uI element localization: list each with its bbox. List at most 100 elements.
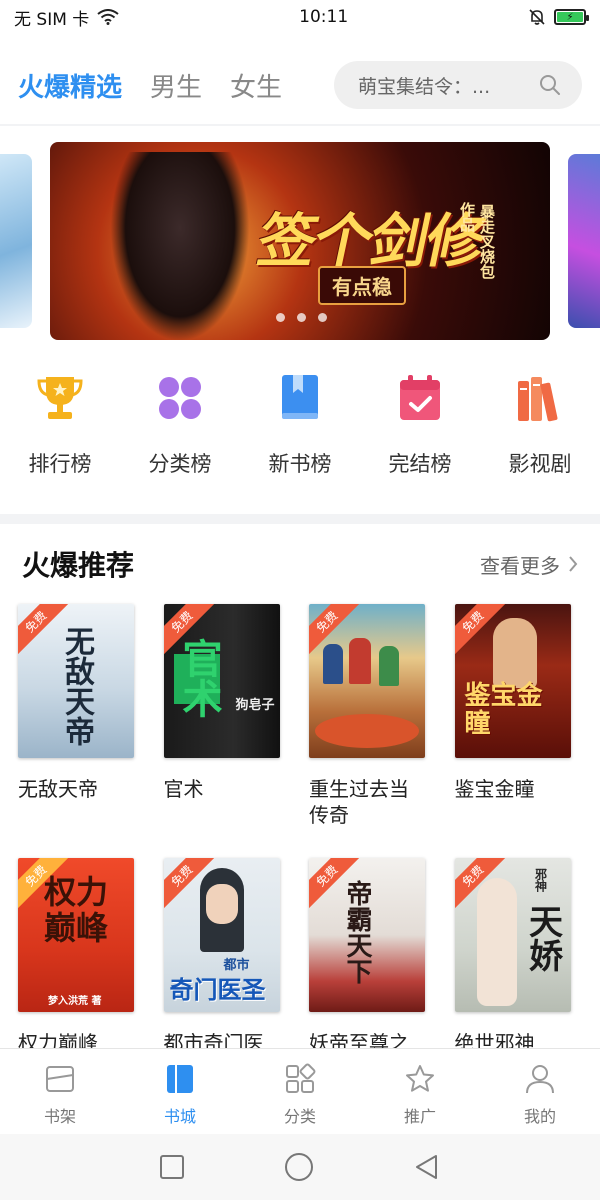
book-card[interactable]: 免费 都市 奇门医圣 都市奇门医: [163, 858, 310, 1056]
quick-nav-new-books[interactable]: 新书榜: [240, 372, 360, 490]
quick-nav-label: 分类榜: [148, 452, 212, 476]
section-title: 火爆推荐: [22, 549, 135, 582]
bottom-tab-label: 推广: [403, 1107, 436, 1126]
carousel-dots: [276, 313, 327, 322]
book-title: 无敌天帝: [18, 777, 98, 801]
cover-title: 帝霸天下: [342, 880, 372, 984]
cover-title: 奇门医圣: [169, 975, 266, 1004]
book-card[interactable]: 免费 权力巅峰 梦入洪荒 著 权力巅峰: [18, 858, 164, 1056]
calendar-check-icon: [396, 372, 444, 424]
book-icon: [276, 372, 324, 424]
carousel-dot[interactable]: [297, 313, 306, 322]
cover-title: 权力巅峰: [44, 873, 109, 947]
book-card[interactable]: 免费 无敌天帝 无敌天帝: [18, 604, 164, 828]
view-more-link[interactable]: 查看更多: [480, 550, 578, 579]
cover-subtitle: 邪神: [533, 868, 548, 892]
cover-author: 狗皂子: [235, 698, 275, 713]
quick-nav-drama[interactable]: 影视剧: [480, 372, 600, 490]
banner-slide[interactable]: 签个剑修 有点稳 暴走叉烧包 作品: [50, 142, 550, 340]
quick-nav-label: 排行榜: [28, 452, 92, 476]
book-grid-row-1: 免费 无敌天帝 无敌天帝 免费 官术 狗皂子 官术 免费 重生过去当传奇 免费 …: [0, 604, 600, 828]
banner-subtitle: 有点稳: [318, 266, 406, 305]
tab-hot-picks[interactable]: 火爆精选: [18, 67, 122, 104]
back-icon[interactable]: [413, 1153, 441, 1181]
system-nav-bar: [0, 1134, 600, 1200]
bell-off-icon: [529, 9, 545, 25]
bottom-tab-label: 我的: [523, 1107, 556, 1126]
view-more-label: 查看更多: [480, 553, 560, 578]
carousel-dot[interactable]: [276, 313, 285, 322]
quick-nav-label: 完结榜: [388, 452, 452, 476]
cover-author: 梦入洪荒 著: [48, 996, 102, 1007]
book-title: 重生过去当传奇: [309, 777, 409, 827]
cover-title: 无敌天帝: [59, 626, 94, 746]
tab-female[interactable]: 女生: [230, 67, 282, 104]
top-tabs: 火爆精选 男生 女生 萌宝集结令：...: [0, 50, 600, 120]
quick-nav-label: 新书榜: [268, 452, 332, 476]
book-title: 鉴宝金瞳: [454, 777, 535, 801]
banner-author: 暴走叉烧包: [478, 204, 496, 279]
cover-title: 鉴宝金瞳: [464, 681, 543, 739]
bottom-tab-promote[interactable]: 推广: [360, 1049, 480, 1134]
home-icon[interactable]: [283, 1151, 315, 1183]
banner-character-image: [110, 152, 250, 340]
header-divider: [0, 124, 600, 126]
book-cover[interactable]: 免费 都市 奇门医圣: [163, 858, 280, 1012]
book-card[interactable]: 免费 邪神 天娇 绝世邪神: [454, 858, 600, 1056]
recent-apps-icon[interactable]: [159, 1154, 185, 1180]
quick-nav-ranking[interactable]: 排行榜: [0, 372, 120, 490]
banner-next-peek[interactable]: [568, 154, 600, 328]
battery-icon: ⚡: [554, 9, 589, 25]
tab-male[interactable]: 男生: [150, 67, 202, 104]
bottom-tab-bookshelf[interactable]: 书架: [0, 1049, 120, 1134]
book-card[interactable]: 免费 官术 狗皂子 官术: [163, 604, 310, 828]
book-grid-row-2: 免费 权力巅峰 梦入洪荒 著 权力巅峰 免费 都市 奇门医圣 都市奇门医 免费 …: [0, 858, 600, 1056]
book-cover[interactable]: 免费 邪神 天娇: [454, 858, 571, 1012]
banner-author-suffix: 作品: [458, 202, 476, 232]
book-cover[interactable]: 免费 官术 狗皂子: [163, 604, 280, 758]
book-cover[interactable]: 免费 权力巅峰 梦入洪荒 著: [18, 858, 134, 1012]
chevron-right-icon: [569, 556, 578, 572]
book-cover[interactable]: 免费: [309, 604, 425, 758]
quick-nav: 排行榜 分类榜 新书榜 完结榜 影视剧: [0, 372, 600, 490]
status-bar: 无 SIM 卡 10:11 ⚡: [0, 0, 600, 34]
cover-title: 官术: [175, 638, 223, 718]
bottom-tab-bookstore[interactable]: 书城: [120, 1049, 240, 1134]
category-icon: [156, 372, 204, 424]
bottom-tab-category[interactable]: 分类: [240, 1049, 360, 1134]
bottom-tab-label: 书城: [163, 1107, 196, 1126]
banner-prev-peek[interactable]: [0, 154, 32, 328]
cover-title: 天娇: [522, 904, 563, 972]
book-card[interactable]: 免费 鉴宝金瞳 鉴宝金瞳: [454, 604, 600, 828]
book-cover[interactable]: 免费 帝霸天下: [309, 858, 425, 1012]
quick-nav-label: 影视剧: [508, 452, 572, 476]
section-header: 火爆推荐 查看更多: [0, 540, 600, 588]
bottom-tab-label: 分类: [283, 1107, 316, 1126]
quick-nav-finished[interactable]: 完结榜: [360, 372, 480, 490]
status-left: 无 SIM 卡: [14, 5, 119, 30]
clock: 10:11: [299, 7, 349, 27]
carousel-dot[interactable]: [318, 313, 327, 322]
star-icon: [406, 1065, 434, 1092]
bottom-tab-me[interactable]: 我的: [480, 1049, 600, 1134]
book-cover[interactable]: 免费 鉴宝金瞳: [454, 604, 571, 758]
book-card[interactable]: 免费 帝霸天下 妖帝至尊之: [309, 858, 455, 1056]
user-icon: [526, 1065, 554, 1094]
bottom-nav: 书架 书城 分类 推广 我的: [0, 1048, 600, 1134]
banner-carousel[interactable]: 签个剑修 有点稳 暴走叉烧包 作品: [0, 142, 600, 342]
search-input[interactable]: 萌宝集结令：...: [334, 61, 582, 109]
search-icon[interactable]: [538, 73, 562, 97]
status-right: ⚡: [528, 8, 589, 26]
book-cover[interactable]: 免费 无敌天帝: [18, 604, 134, 758]
book-card[interactable]: 免费 重生过去当传奇: [309, 604, 455, 828]
quick-nav-category[interactable]: 分类榜: [120, 372, 240, 490]
search-placeholder: 萌宝集结令：...: [358, 75, 491, 98]
battery-fill: ⚡: [557, 12, 583, 23]
category-grid-icon: [286, 1063, 316, 1093]
wifi-icon: [97, 9, 119, 25]
section-divider: [0, 514, 600, 524]
trophy-icon: [36, 372, 84, 424]
bookstore-icon: [167, 1065, 193, 1093]
bottom-tab-label: 书架: [43, 1107, 76, 1126]
carrier-label: 无 SIM 卡: [14, 9, 90, 30]
